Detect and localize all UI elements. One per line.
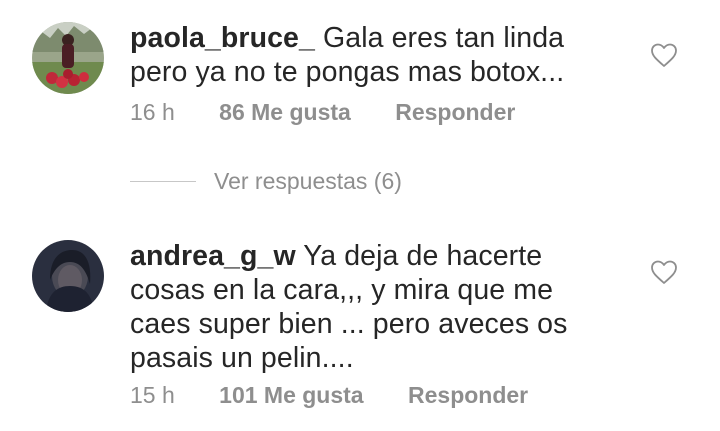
comment-body: andrea_g_w Ya deja de hacerte cosas en l… (130, 239, 610, 375)
replies-divider (130, 180, 196, 182)
comment-meta: 15 h 101 Me gusta Responder (130, 382, 528, 409)
user-photo-avatar-icon (32, 22, 104, 94)
comment-likes[interactable]: 86 Me gusta (219, 99, 351, 126)
comment-username[interactable]: paola_bruce_ (130, 22, 315, 54)
user-photo-avatar-icon (32, 240, 104, 312)
comment-likes[interactable]: 101 Me gusta (219, 382, 363, 409)
view-replies-button[interactable]: Ver respuestas (6) (130, 166, 402, 196)
comment-username[interactable]: andrea_g_w (130, 240, 296, 272)
view-replies-label: Ver respuestas (6) (214, 167, 402, 194)
comment-item: andrea_g_w Ya deja de hacerte cosas en l… (0, 220, 720, 420)
heart-outline-icon[interactable] (650, 259, 678, 285)
comment-body: paola_bruce_ Gala eres tan linda pero ya… (130, 21, 610, 89)
comment-timestamp: 16 h (130, 99, 175, 125)
comment-meta: 16 h 86 Me gusta Responder (130, 99, 515, 126)
avatar[interactable] (32, 240, 104, 312)
reply-button[interactable]: Responder (408, 382, 528, 409)
comment-timestamp: 15 h (130, 382, 175, 408)
reply-button[interactable]: Responder (395, 99, 515, 126)
avatar[interactable] (32, 22, 104, 94)
heart-outline-icon[interactable] (650, 42, 678, 68)
comment-item: paola_bruce_ Gala eres tan linda pero ya… (0, 0, 720, 150)
